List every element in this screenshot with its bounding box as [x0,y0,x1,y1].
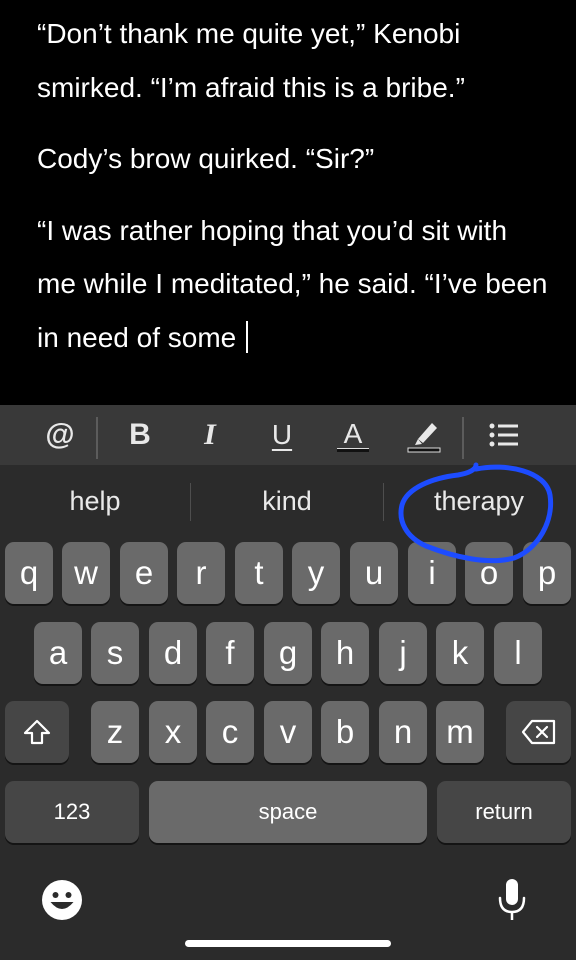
key-l[interactable]: l [494,622,542,684]
toolbar-separator [96,417,98,459]
backspace-key[interactable] [506,701,571,763]
key-h[interactable]: h [321,622,369,684]
key-u[interactable]: u [350,542,398,604]
list-icon[interactable] [486,405,522,465]
key-b[interactable]: b [321,701,369,763]
numbers-key[interactable]: 123 [5,781,139,843]
key-q[interactable]: q [5,542,53,604]
key-f[interactable]: f [206,622,254,684]
text-color-icon[interactable]: A [332,405,374,465]
key-d[interactable]: d [149,622,197,684]
suggestion-divider [190,483,191,521]
key-g[interactable]: g [264,622,312,684]
key-v[interactable]: v [264,701,312,763]
key-y[interactable]: y [292,542,340,604]
toolbar-separator [462,417,464,459]
key-t[interactable]: t [235,542,283,604]
underline-icon[interactable]: U [264,405,300,465]
key-s[interactable]: s [91,622,139,684]
italic-icon[interactable]: I [192,405,228,465]
key-c[interactable]: c [206,701,254,763]
key-n[interactable]: n [379,701,427,763]
key-j[interactable]: j [379,622,427,684]
return-key[interactable]: return [437,781,571,843]
paragraph-1: “Don’t thank me quite yet,” Kenobi smirk… [37,18,465,103]
suggestion-kind[interactable]: kind [192,465,382,537]
emoji-icon[interactable] [40,878,84,922]
key-a[interactable]: a [34,622,82,684]
annotation-circle [398,462,554,564]
key-e[interactable]: e [120,542,168,604]
formatting-toolbar: @ B I U A [0,405,576,465]
key-k[interactable]: k [436,622,484,684]
text-color-swatch [337,448,369,452]
text-color-label: A [343,418,363,449]
key-x[interactable]: x [149,701,197,763]
paragraph-2: Cody’s brow quirked. “Sir?” [37,143,375,174]
key-r[interactable]: r [177,542,225,604]
backspace-icon [521,719,555,745]
paragraph-3: “I was rather hoping that you’d sit with… [37,204,548,365]
highlighter-icon[interactable] [402,405,446,465]
home-indicator[interactable] [185,940,391,947]
key-z[interactable]: z [91,701,139,763]
text-cursor [246,320,249,353]
document-editor[interactable]: “Don’t thank me quite yet,” Kenobi smirk… [0,0,576,405]
paragraph-3-text: “I was rather hoping that you’d sit with… [37,214,548,353]
space-key[interactable]: space [149,781,427,843]
key-m[interactable]: m [436,701,484,763]
key-w[interactable]: w [62,542,110,604]
microphone-icon[interactable] [494,876,530,924]
suggestion-help[interactable]: help [0,465,190,537]
shift-icon [23,719,51,745]
at-icon[interactable]: @ [40,405,80,465]
shift-key[interactable] [5,701,69,763]
bold-icon[interactable]: B [122,405,158,465]
